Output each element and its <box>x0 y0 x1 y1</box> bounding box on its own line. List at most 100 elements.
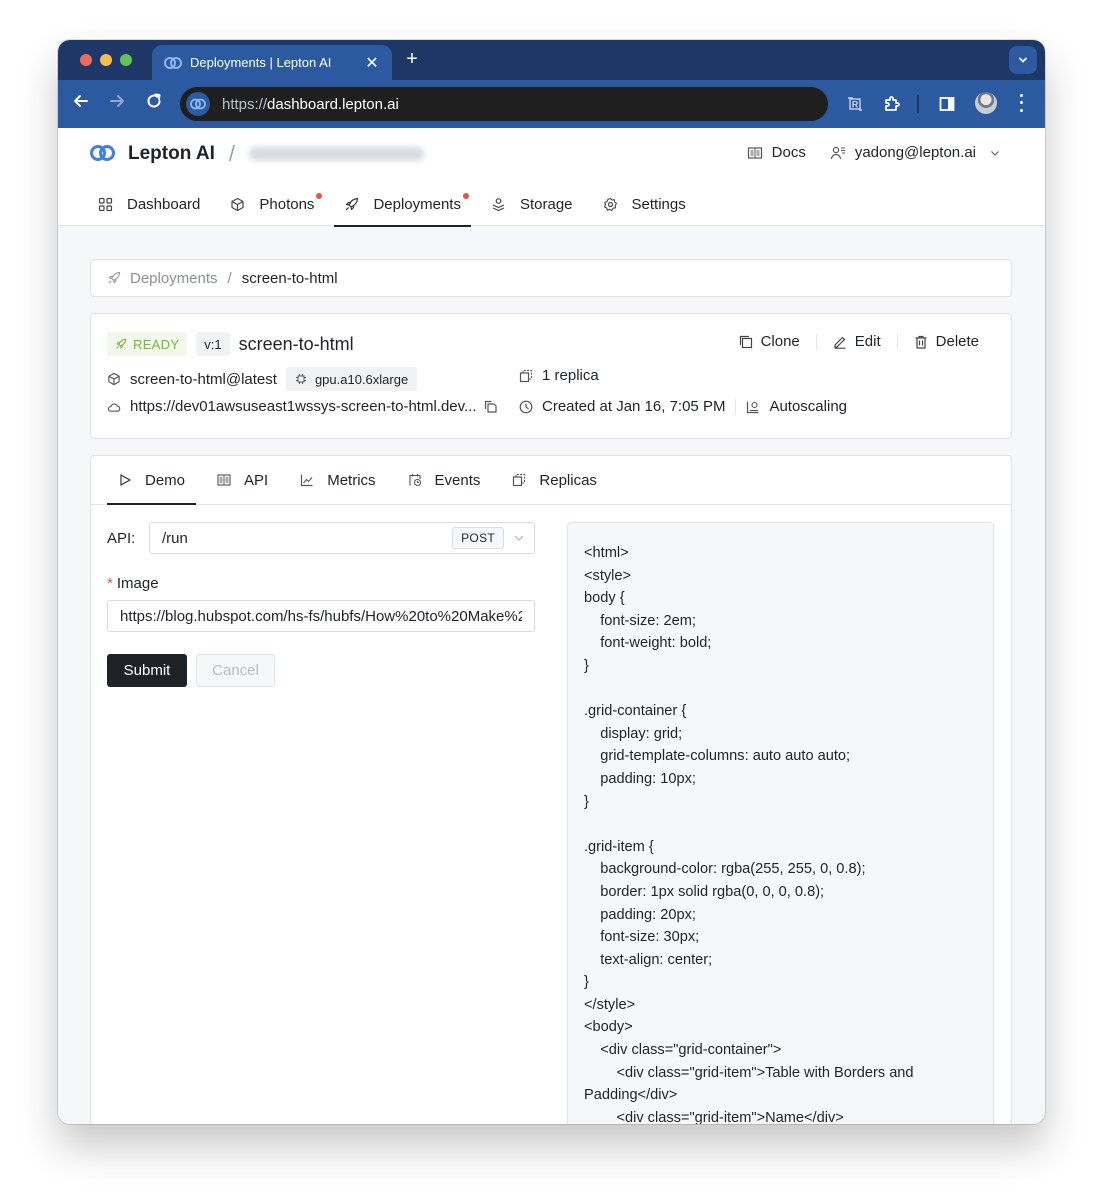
address-bar[interactable]: https://dashboard.lepton.ai <box>180 87 828 121</box>
output-line: <div class="grid-item">Table with Border… <box>584 1064 914 1081</box>
output-line: text-align: center; <box>584 951 713 968</box>
delete-button[interactable]: Delete <box>898 333 995 350</box>
clone-label: Clone <box>760 333 800 350</box>
edit-label: Edit <box>854 333 881 350</box>
forward-button[interactable] <box>106 92 128 114</box>
cloud-icon <box>107 402 121 412</box>
user-email: yadong@lepton.ai <box>854 144 976 161</box>
breadcrumb-current: screen-to-html <box>241 269 338 287</box>
submit-button[interactable]: Submit <box>107 654 187 687</box>
clone-button[interactable]: Clone <box>723 333 816 350</box>
output-line: font-size: 30px; <box>584 929 700 946</box>
status-badge: READY <box>107 332 188 356</box>
http-method-badge: POST <box>452 527 504 549</box>
close-tab-icon[interactable]: ✕ <box>364 53 380 73</box>
resource-shape: gpu.a10.6xlarge <box>314 371 409 387</box>
autoscaling-link[interactable]: Autoscaling <box>769 398 847 415</box>
tab-search-button[interactable] <box>1009 46 1037 74</box>
cancel-button[interactable]: Cancel <box>196 654 275 687</box>
nav-tab-photons[interactable]: Photons <box>220 182 324 226</box>
output-line: } <box>584 793 589 810</box>
rocket-icon <box>116 338 127 349</box>
tab-events[interactable]: Events <box>397 456 492 504</box>
main-nav: Dashboard Photons Deployments Storage Se… <box>88 182 706 227</box>
output-line: Padding</div> <box>584 1087 678 1104</box>
rotate-r-extension-icon[interactable]: R <box>844 93 866 115</box>
chevron-down-icon <box>1019 57 1027 63</box>
window-minimize-button[interactable] <box>100 54 112 66</box>
lepton-logo-icon[interactable] <box>90 145 116 163</box>
output-line: </style> <box>584 996 636 1013</box>
play-icon <box>120 474 131 486</box>
nav-tab-deployments[interactable]: Deployments <box>334 182 471 227</box>
kebab-menu-icon[interactable] <box>1014 92 1028 114</box>
breadcrumb: Deployments / screen-to-html <box>90 259 1012 297</box>
puzzle-icon[interactable] <box>881 93 903 115</box>
api-table-icon <box>217 474 231 486</box>
deployment-actions: Clone Edit Delete <box>723 333 995 350</box>
workspace-name-blurred[interactable] <box>249 147 425 161</box>
chevron-down-icon <box>991 150 999 156</box>
tab-label: API <box>244 471 269 489</box>
deployment-name: screen-to-html <box>238 333 354 354</box>
api-path: /run <box>162 529 188 547</box>
tab-metrics[interactable]: Metrics <box>289 456 386 504</box>
clone-icon <box>739 335 752 348</box>
output-line: background-color: rgba(255, 255, 0, 0.8)… <box>584 861 866 878</box>
brand-name[interactable]: Lepton AI <box>128 143 215 165</box>
output-line: <style> <box>584 567 632 584</box>
nav-tab-dashboard[interactable]: Dashboard <box>88 182 210 226</box>
docs-label: Docs <box>771 144 806 161</box>
profile-avatar[interactable] <box>975 92 997 114</box>
copy-icon[interactable] <box>484 400 497 413</box>
nav-tab-storage[interactable]: Storage <box>481 182 583 226</box>
photon-name[interactable]: screen-to-html@latest <box>130 371 277 388</box>
output-line: font-weight: bold; <box>584 635 712 652</box>
user-menu[interactable]: yadong@lepton.ai <box>830 144 1001 161</box>
api-label: API: <box>107 530 136 547</box>
breadcrumb-deployments-link[interactable]: Deployments <box>130 270 218 287</box>
reload-button[interactable] <box>143 92 165 114</box>
nav-tab-settings[interactable]: Settings <box>593 182 696 226</box>
storage-icon <box>492 197 505 211</box>
tab-replicas[interactable]: Replicas <box>501 456 608 504</box>
window-zoom-button[interactable] <box>120 54 132 66</box>
notification-dot <box>462 193 469 199</box>
tab-demo[interactable]: Demo <box>107 456 197 505</box>
output-line: } <box>584 974 589 991</box>
arrow-right-icon <box>110 95 124 107</box>
nav-tab-label: Dashboard <box>127 195 201 213</box>
edit-button[interactable]: Edit <box>817 333 897 350</box>
arrow-left-icon <box>74 95 88 107</box>
site-info-icon[interactable] <box>186 92 210 116</box>
tab-label: Events <box>434 471 481 489</box>
back-button[interactable] <box>70 92 92 114</box>
docs-link[interactable]: Docs <box>747 144 806 161</box>
deployment-card: READY v:1 screen-to-html Clone Edit Dele… <box>90 313 1012 439</box>
window-close-button[interactable] <box>80 54 92 66</box>
deployment-detail-panel: Demo API Metrics Events Replicas API: /r… <box>90 455 1012 1124</box>
brand: Lepton AI / <box>90 141 425 166</box>
endpoint-url[interactable]: https://dev01awsuseast1wssys-screen-to-h… <box>130 398 477 415</box>
clock-icon <box>519 400 533 413</box>
output-line: <div class="grid-container"> <box>584 1042 782 1059</box>
browser-tab-active[interactable]: Deployments | Lepton AI ✕ <box>152 45 392 80</box>
app-header: Lepton AI / Docs yadong@lepton.ai Dashbo… <box>58 128 1045 227</box>
chip-icon <box>295 374 306 384</box>
url-text: https://dashboard.lepton.ai <box>222 96 399 113</box>
api-endpoint-select[interactable]: /run POST <box>149 522 535 554</box>
side-panel-icon[interactable] <box>936 93 958 115</box>
tab-api[interactable]: API <box>206 456 279 504</box>
output-line: <html> <box>584 545 629 561</box>
user-icon <box>830 146 845 159</box>
deployment-title-row: READY v:1 screen-to-html <box>107 332 354 356</box>
nav-tab-label: Photons <box>259 195 315 213</box>
tab-label: Demo <box>145 471 186 489</box>
new-tab-button[interactable]: + <box>402 48 422 71</box>
output-line: .grid-item { <box>584 838 654 855</box>
image-url-input[interactable] <box>107 600 535 632</box>
notification-dot <box>316 193 323 199</box>
chevron-down-icon <box>504 532 534 544</box>
